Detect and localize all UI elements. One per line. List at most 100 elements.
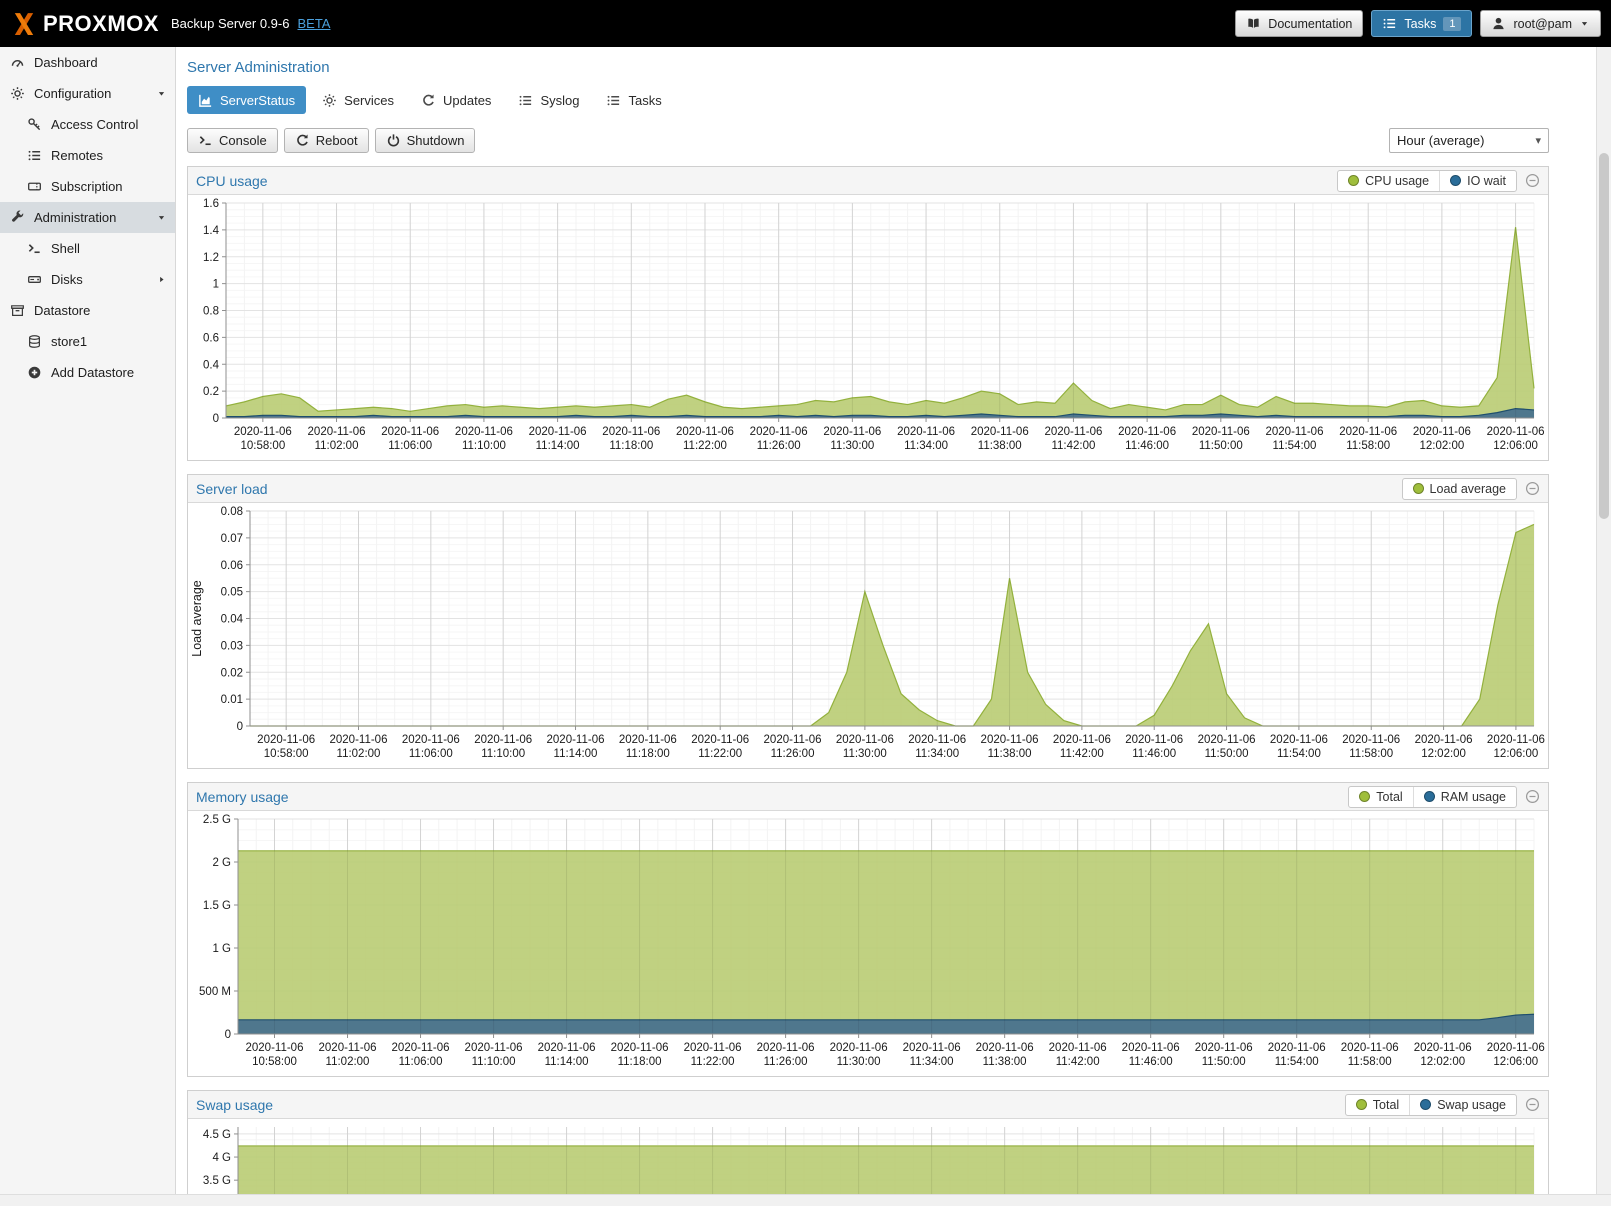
list-icon [518,93,533,108]
svg-text:0.03: 0.03 [221,640,243,652]
tab-serverstatus[interactable]: ServerStatus [187,86,306,114]
gears-icon [10,86,25,101]
svg-text:2020-11-0611:02:00: 2020-11-0611:02:00 [319,1042,377,1068]
svg-text:2020-11-0611:30:00: 2020-11-0611:30:00 [823,426,881,452]
chevron-down-icon[interactable] [156,212,167,223]
server-load-panel: Server load Load average 00.010.020.030.… [187,474,1549,769]
sidebar-item-add-datastore[interactable]: Add Datastore [0,357,175,388]
sidebar-item-disks[interactable]: Disks [0,264,175,295]
sidebar-item-datastore[interactable]: Datastore [0,295,175,326]
svg-text:0.05: 0.05 [221,587,243,599]
area-chart-icon [198,93,213,108]
panel-header: Memory usage Total RAM usage [188,783,1548,811]
svg-text:2020-11-0611:58:00: 2020-11-0611:58:00 [1341,1042,1399,1068]
svg-text:1.4: 1.4 [203,225,220,237]
sidebar-item-subscription[interactable]: Subscription [0,171,175,202]
main-content: Server Administration ServerStatus Servi… [177,47,1596,1194]
tab-services[interactable]: Services [311,86,405,114]
chart-legend: Total RAM usage [1348,786,1517,808]
ticket-icon [27,179,42,194]
proxmox-x-icon [10,10,38,38]
plus-circle-icon [27,365,42,380]
svg-text:0.2: 0.2 [203,386,219,398]
vertical-scrollbar[interactable] [1596,47,1611,1194]
console-button[interactable]: Console [187,128,278,153]
key-icon [27,117,42,132]
time-range-select[interactable]: Hour (average) ▾ [1389,128,1549,153]
sidebar-item-administration[interactable]: Administration [0,202,175,233]
reboot-button[interactable]: Reboot [284,128,369,153]
svg-text:2020-11-0611:46:00: 2020-11-0611:46:00 [1122,1042,1180,1068]
tab-updates[interactable]: Updates [410,86,502,114]
svg-text:2020-11-0611:18:00: 2020-11-0611:18:00 [611,1042,669,1068]
legend-item: Total [1346,1095,1409,1115]
cpu-usage-chart: 00.20.40.60.811.21.41.62020-11-0610:58:0… [188,195,1548,460]
legend-item: Load average [1403,479,1516,499]
sidebar-item-store1[interactable]: store1 [0,326,175,357]
svg-text:2020-11-0611:42:00: 2020-11-0611:42:00 [1044,426,1102,452]
svg-text:4.5 G: 4.5 G [203,1129,231,1141]
svg-text:2020-11-0611:14:00: 2020-11-0611:14:00 [538,1042,596,1068]
list-icon [27,148,42,163]
collapse-panel-icon[interactable] [1525,173,1540,188]
svg-text:2020-11-0611:26:00: 2020-11-0611:26:00 [764,734,822,760]
tab-tasks[interactable]: Tasks [595,86,672,114]
svg-text:2020-11-0611:34:00: 2020-11-0611:34:00 [908,734,966,760]
tasks-count-badge: 1 [1443,17,1461,31]
tab-syslog[interactable]: Syslog [507,86,590,114]
svg-text:1.6: 1.6 [203,198,219,210]
sidebar: Dashboard Configuration Access Control R… [0,47,176,1194]
svg-text:3.5 G: 3.5 G [203,1175,231,1187]
svg-text:2 G: 2 G [212,857,231,869]
memory-usage-panel: Memory usage Total RAM usage 0500 M1 G1.… [187,782,1549,1077]
chevron-right-icon[interactable] [156,274,167,285]
user-menu-button[interactable]: root@pam [1480,10,1601,37]
svg-text:2020-11-0611:06:00: 2020-11-0611:06:00 [402,734,460,760]
svg-text:0.02: 0.02 [221,667,243,679]
svg-text:2020-11-0612:02:00: 2020-11-0612:02:00 [1413,426,1471,452]
sidebar-item-configuration[interactable]: Configuration [0,78,175,109]
horizontal-scrollbar[interactable] [0,1194,1611,1206]
svg-text:2020-11-0610:58:00: 2020-11-0610:58:00 [246,1042,304,1068]
legend-color-dot [1356,1099,1367,1110]
collapse-panel-icon[interactable] [1525,789,1540,804]
panel-title: CPU usage [196,173,268,189]
archive-icon [10,303,25,318]
sidebar-item-remotes[interactable]: Remotes [0,140,175,171]
svg-text:2020-11-0611:54:00: 2020-11-0611:54:00 [1266,426,1324,452]
chevron-down-icon: ▾ [1535,134,1541,147]
svg-text:2020-11-0611:26:00: 2020-11-0611:26:00 [757,1042,815,1068]
svg-text:0.08: 0.08 [221,506,243,518]
svg-text:2020-11-0611:22:00: 2020-11-0611:22:00 [684,1042,742,1068]
tasks-button[interactable]: Tasks 1 [1371,10,1472,37]
svg-text:2020-11-0612:02:00: 2020-11-0612:02:00 [1415,734,1473,760]
product-version: Backup Server 0.9-6 [171,16,290,31]
documentation-button[interactable]: Documentation [1235,10,1363,37]
beta-link[interactable]: BETA [297,16,330,31]
panel-title: Memory usage [196,789,289,805]
vertical-scrollbar-thumb[interactable] [1599,153,1609,519]
collapse-panel-icon[interactable] [1525,1097,1540,1112]
svg-text:2020-11-0612:02:00: 2020-11-0612:02:00 [1414,1042,1472,1068]
server-load-chart: 00.010.020.030.040.050.060.070.082020-11… [188,503,1548,768]
svg-text:1.2: 1.2 [203,252,219,264]
svg-text:2020-11-0611:38:00: 2020-11-0611:38:00 [981,734,1039,760]
sidebar-item-dashboard[interactable]: Dashboard [0,47,175,78]
swap-usage-panel: Swap usage Total Swap usage 0500 M1 G1.5… [187,1090,1549,1194]
svg-text:2020-11-0611:10:00: 2020-11-0611:10:00 [465,1042,523,1068]
sidebar-item-shell[interactable]: Shell [0,233,175,264]
chevron-down-icon[interactable] [156,88,167,99]
svg-text:2020-11-0611:38:00: 2020-11-0611:38:00 [971,426,1029,452]
memory-usage-chart: 0500 M1 G1.5 G2 G2.5 G2020-11-0610:58:00… [188,811,1548,1076]
shutdown-button[interactable]: Shutdown [375,128,476,153]
svg-text:0.06: 0.06 [221,560,243,572]
cpu-usage-panel: CPU usage CPU usage IO wait 00.20.40.60.… [187,166,1549,461]
app-header: PROXMOX Backup Server 0.9-6 BETA Documen… [0,0,1611,47]
panel-header: Server load Load average [188,475,1548,503]
sidebar-item-access-control[interactable]: Access Control [0,109,175,140]
svg-text:0: 0 [237,721,243,733]
svg-text:2020-11-0611:34:00: 2020-11-0611:34:00 [903,1042,961,1068]
svg-text:0.4: 0.4 [203,359,220,371]
collapse-panel-icon[interactable] [1525,481,1540,496]
toolbar: Console Reboot Shutdown Hour (average) ▾ [187,128,1549,153]
